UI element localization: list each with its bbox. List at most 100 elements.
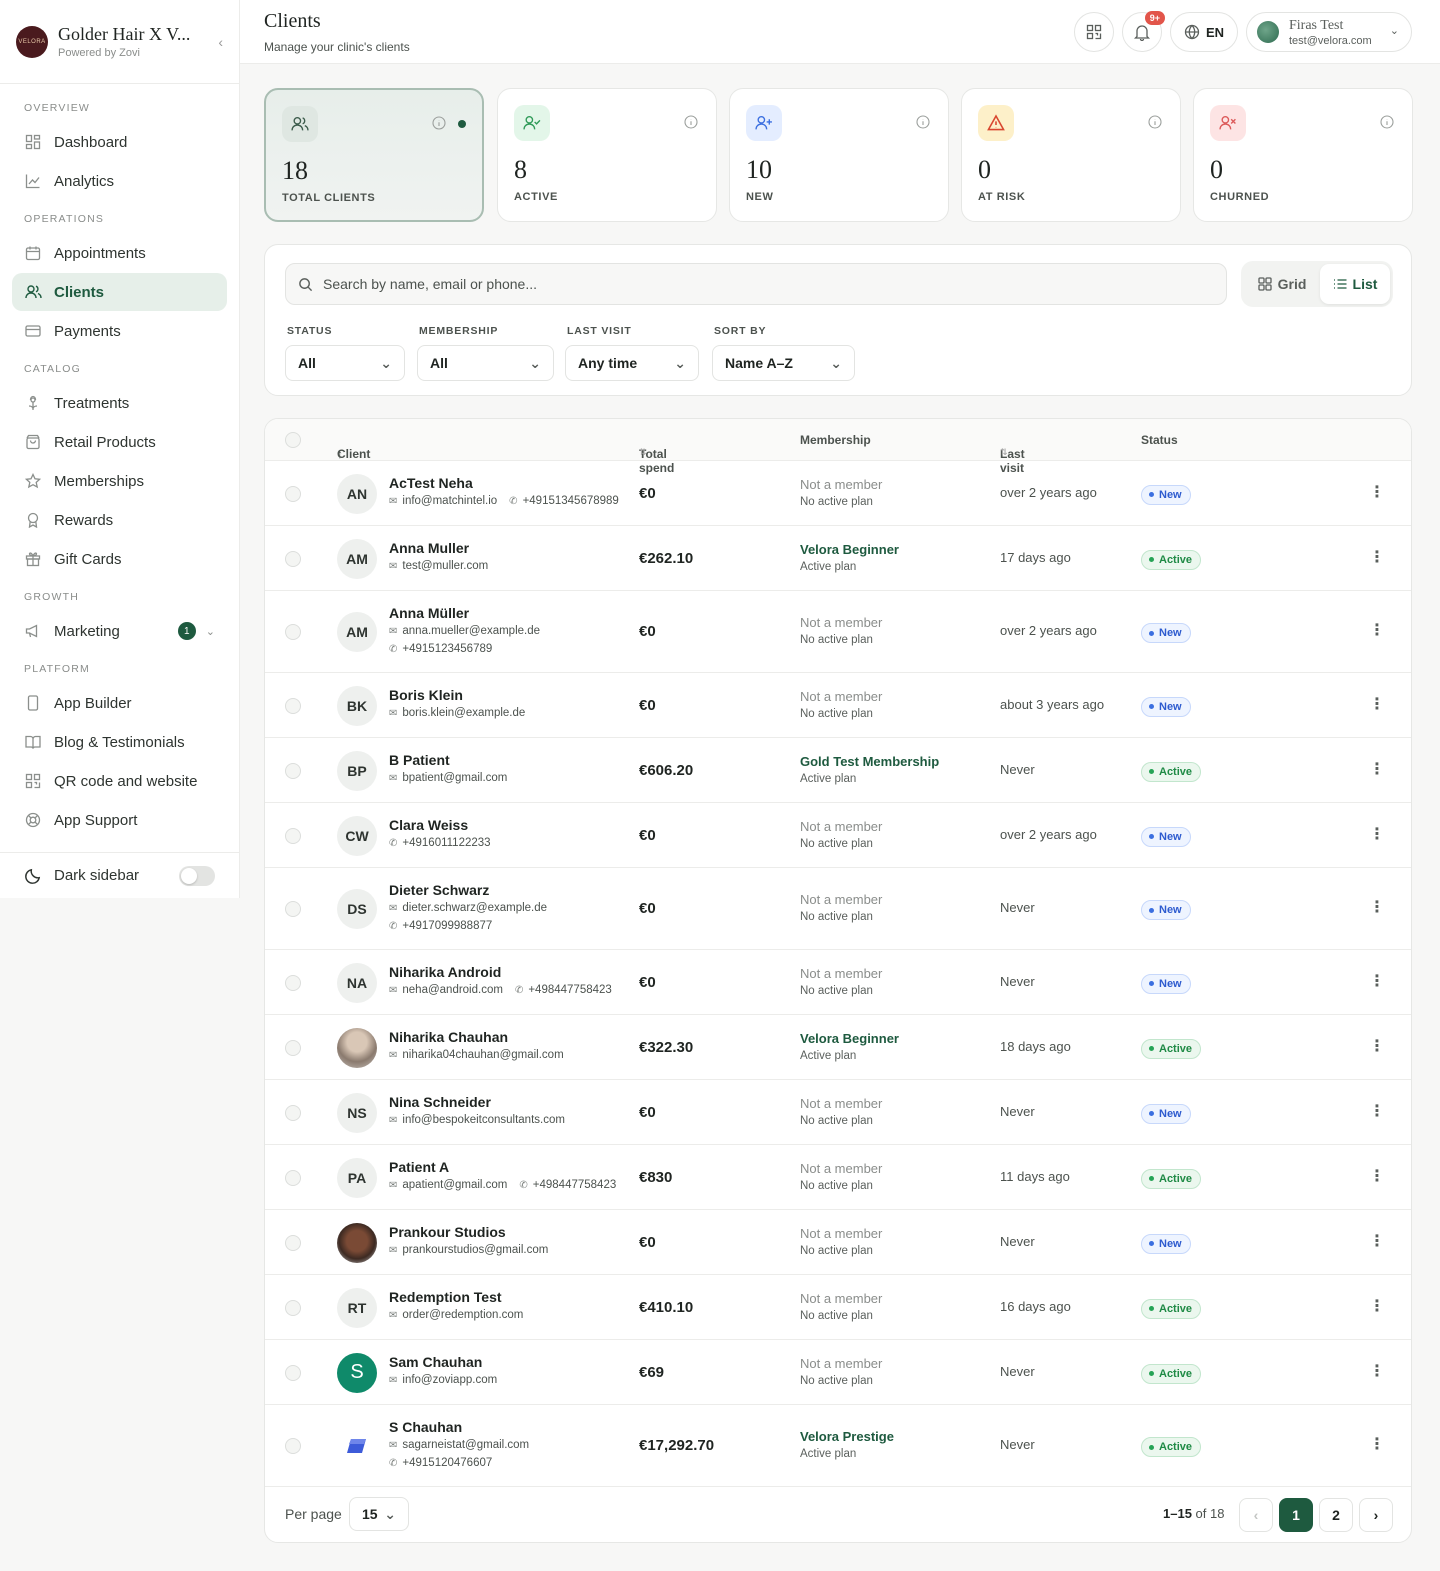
notifications-button[interactable]: 9+ (1122, 11, 1165, 52)
row-checkbox[interactable] (285, 624, 301, 640)
row-checkbox[interactable] (285, 974, 301, 991)
more-actions-icon[interactable]: ⋮ (1369, 971, 1385, 991)
row-checkbox[interactable] (285, 762, 301, 779)
sidebar-item-qr-code[interactable]: QR code and website (12, 762, 227, 800)
select-all-checkbox[interactable] (285, 432, 301, 448)
table-row[interactable]: RT Redemption Test ✉ order@redemption.com €4… (265, 1275, 1411, 1340)
client-name[interactable]: Redemption Test (389, 1289, 502, 1305)
more-actions-icon[interactable]: ⋮ (1369, 759, 1385, 779)
table-row[interactable]: S Chauhan ✉ sagarneistat@gmail.com ✆ +491512… (265, 1405, 1411, 1487)
row-checkbox[interactable] (285, 1234, 301, 1251)
table-row[interactable]: NS Nina Schneider ✉ info@bespokeitconsultan… (265, 1080, 1411, 1145)
more-actions-icon[interactable]: ⋮ (1369, 1036, 1385, 1056)
table-row[interactable]: DS Dieter Schwarz ✉ dieter.schwarz@example.… (265, 868, 1411, 950)
info-icon[interactable] (916, 115, 930, 134)
search-input[interactable] (323, 276, 1203, 292)
table-row[interactable]: AM Anna Müller ✉ anna.mueller@example.de ✆ +4… (265, 591, 1411, 673)
info-icon[interactable] (1148, 115, 1162, 134)
client-name[interactable]: B Patient (389, 752, 450, 768)
grid-view-button[interactable]: Grid (1244, 264, 1320, 304)
table-row[interactable]: BK Boris Klein ✉ boris.klein@example.de €0 No… (265, 673, 1411, 738)
sidebar-item-app-support[interactable]: App Support (12, 801, 227, 839)
client-name[interactable]: AcTest Neha (389, 475, 473, 491)
qr-button[interactable] (1074, 12, 1114, 52)
row-checkbox[interactable] (285, 485, 301, 502)
last-visit-filter-select[interactable]: Any time ⌄ (565, 345, 699, 381)
client-name[interactable]: Niharika Android (389, 964, 501, 980)
status-filter-select[interactable]: All ⌄ (285, 345, 405, 381)
sidebar-item-dashboard[interactable]: Dashboard (12, 123, 227, 161)
row-checkbox[interactable] (285, 827, 301, 844)
sidebar-item-app-builder[interactable]: App Builder (12, 684, 227, 722)
per-page-select[interactable]: 15 ⌄ (349, 1497, 409, 1531)
collapse-sidebar-icon[interactable]: ‹ (218, 34, 223, 50)
table-row[interactable]: CW Clara Weiss ✆ +4916011122233 €0 Not a memb… (265, 803, 1411, 868)
more-actions-icon[interactable]: ⋮ (1369, 1101, 1385, 1121)
brand-logo[interactable]: VELORA (16, 25, 48, 58)
sidebar-item-appointments[interactable]: Appointments (12, 234, 227, 272)
sidebar-item-analytics[interactable]: Analytics (12, 162, 227, 200)
row-checkbox[interactable] (285, 697, 301, 714)
sidebar-item-rewards[interactable]: Rewards (12, 501, 227, 539)
client-name[interactable]: Boris Klein (389, 687, 463, 703)
info-icon[interactable] (684, 115, 698, 134)
prev-page-button[interactable]: ‹ (1239, 1498, 1273, 1532)
table-row[interactable]: PA Patient A ✉ apatient@gmail.com ✆ +49844775… (265, 1145, 1411, 1210)
row-checkbox[interactable] (285, 1438, 301, 1454)
client-name[interactable]: Anna Muller (389, 540, 469, 556)
more-actions-icon[interactable]: ⋮ (1369, 897, 1385, 917)
more-actions-icon[interactable]: ⋮ (1369, 1361, 1385, 1381)
row-checkbox[interactable] (285, 1169, 301, 1186)
client-name[interactable]: Niharika Chauhan (389, 1029, 508, 1045)
row-checkbox[interactable] (285, 901, 301, 917)
stat-card-at-risk[interactable]: 0 AT RISK (961, 88, 1181, 222)
more-actions-icon[interactable]: ⋮ (1369, 694, 1385, 714)
table-row[interactable]: AM Anna Muller ✉ test@muller.com €262.10 Velo… (265, 526, 1411, 591)
row-checkbox[interactable] (285, 1364, 301, 1381)
table-row[interactable]: NA Niharika Android ✉ neha@android.com ✆ +498… (265, 950, 1411, 1015)
sidebar-item-treatments[interactable]: Treatments (12, 384, 227, 422)
table-row[interactable]: BP B Patient ✉ bpatient@gmail.com €606.20 Gol… (265, 738, 1411, 803)
user-menu[interactable]: Firas Test test@velora.com ⌄ (1246, 12, 1412, 52)
client-name[interactable]: Nina Schneider (389, 1094, 491, 1110)
sidebar-item-gift-cards[interactable]: Gift Cards (12, 540, 227, 578)
chevron-down-icon[interactable]: ⌄ (206, 625, 215, 638)
sidebar-item-clients[interactable]: Clients (12, 273, 227, 311)
table-row[interactable]: Niharika Chauhan ✉ niharika04chauhan@gmail… (265, 1015, 1411, 1080)
row-checkbox[interactable] (285, 1299, 301, 1316)
sidebar-item-memberships[interactable]: Memberships (12, 462, 227, 500)
table-row[interactable]: Prankour Studios ✉ prankourstudios@gmail.c… (265, 1210, 1411, 1275)
more-actions-icon[interactable]: ⋮ (1369, 1434, 1385, 1454)
sidebar-item-retail-products[interactable]: Retail Products (12, 423, 227, 461)
stat-card-total-clients[interactable]: 18 TOTAL CLIENTS (264, 88, 484, 222)
sidebar-item-payments[interactable]: Payments (12, 312, 227, 350)
row-checkbox[interactable] (285, 1104, 301, 1121)
info-icon[interactable] (1380, 115, 1394, 134)
info-icon[interactable] (432, 116, 446, 135)
more-actions-icon[interactable]: ⋮ (1369, 482, 1385, 502)
client-name[interactable]: Prankour Studios (389, 1224, 506, 1240)
client-name[interactable]: Clara Weiss (389, 817, 468, 833)
client-name[interactable]: Dieter Schwarz (389, 882, 489, 898)
next-page-button[interactable]: › (1359, 1498, 1393, 1532)
page-1-button[interactable]: 1 (1279, 1498, 1313, 1532)
row-checkbox[interactable] (285, 1039, 301, 1056)
membership-filter-select[interactable]: All ⌄ (417, 345, 554, 381)
more-actions-icon[interactable]: ⋮ (1369, 547, 1385, 567)
row-checkbox[interactable] (285, 550, 301, 567)
stat-card-active[interactable]: 8 ACTIVE (497, 88, 717, 222)
sidebar-item-marketing[interactable]: Marketing 1 ⌄ (12, 612, 227, 650)
table-row[interactable]: AN AcTest Neha ✉ info@matchintel.io ✆ +491513… (265, 461, 1411, 526)
sidebar-item-blog[interactable]: Blog & Testimonials (12, 723, 227, 761)
more-actions-icon[interactable]: ⋮ (1369, 620, 1385, 640)
more-actions-icon[interactable]: ⋮ (1369, 824, 1385, 844)
dark-sidebar-toggle[interactable] (179, 865, 215, 886)
more-actions-icon[interactable]: ⋮ (1369, 1166, 1385, 1186)
stat-card-new[interactable]: 10 NEW (729, 88, 949, 222)
more-actions-icon[interactable]: ⋮ (1369, 1296, 1385, 1316)
sort-by-select[interactable]: Name A–Z ⌄ (712, 345, 855, 381)
client-name[interactable]: Patient A (389, 1159, 449, 1175)
client-name[interactable]: Anna Müller (389, 605, 469, 621)
list-view-button[interactable]: List (1320, 264, 1390, 304)
table-row[interactable]: S Sam Chauhan ✉ info@zoviapp.com €69 Not a me… (265, 1340, 1411, 1405)
